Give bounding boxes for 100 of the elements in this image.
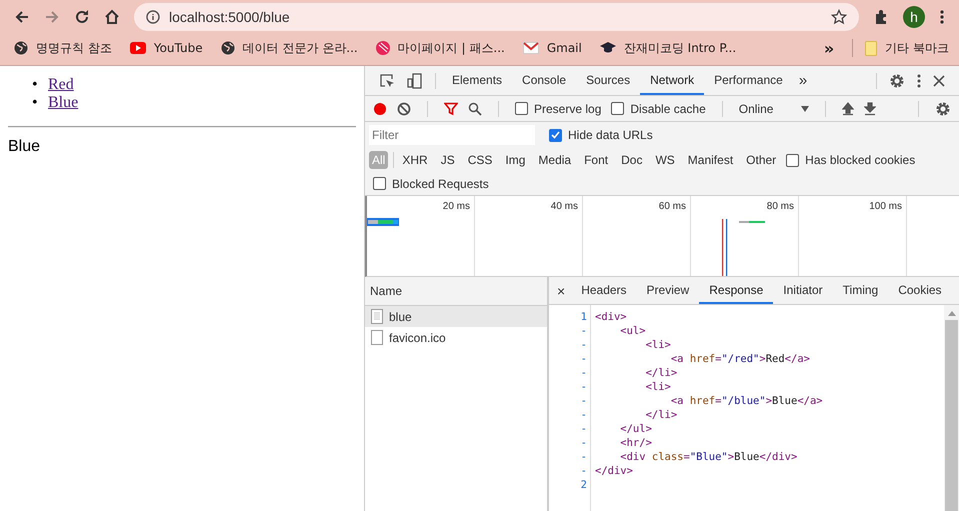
code-line: <ul>	[620, 325, 646, 337]
preserve-log-checkbox[interactable]: Preserve log	[515, 102, 602, 116]
code-line: <a href="/red">Red</a>	[670, 353, 810, 365]
globe-icon	[14, 41, 28, 55]
settings-icon[interactable]	[889, 72, 905, 88]
line-number: -	[580, 464, 587, 478]
menu-icon[interactable]	[939, 9, 945, 25]
checkmark-icon	[551, 131, 560, 139]
line-number: -	[580, 380, 587, 394]
bookmark-item[interactable]: 명명규칙 참조	[14, 40, 112, 56]
devtools-tab[interactable]: Sources	[576, 66, 640, 95]
name-column-header[interactable]: Name	[365, 277, 547, 306]
document-icon	[371, 309, 383, 324]
mail-icon	[522, 42, 539, 54]
type-filter-button[interactable]: CSS	[464, 151, 496, 169]
devtools-tab[interactable]: Console	[512, 66, 576, 95]
code-line: </li>	[646, 409, 678, 421]
detail-tab[interactable]: Response	[699, 277, 774, 304]
bookmark-item[interactable]: Gmail	[522, 41, 582, 55]
blocked-requests-checkbox[interactable]: Blocked Requests	[373, 176, 489, 190]
close-button[interactable]: ×	[557, 282, 572, 298]
filter-input[interactable]: Filter	[369, 125, 535, 145]
device-toolbar-icon[interactable]	[407, 72, 423, 88]
list-bullet: •	[32, 94, 39, 112]
settings-icon[interactable]	[935, 100, 951, 116]
code-line: </ul>	[620, 423, 652, 435]
line-number: -	[580, 394, 587, 408]
bookmark-item[interactable]: YouTube	[130, 41, 203, 55]
dropdown-caret-icon	[800, 106, 809, 112]
type-filter-button[interactable]: Img	[502, 151, 528, 169]
info-icon[interactable]	[146, 10, 160, 24]
back-icon[interactable]	[14, 9, 30, 25]
reload-icon[interactable]	[74, 9, 90, 25]
bookmark-item[interactable]: 마이페이지 | 패스...	[376, 40, 505, 56]
timeline-tick-label: 100 ms	[869, 201, 902, 213]
code-line: <li>	[646, 339, 671, 351]
type-filter-button[interactable]: JS	[438, 151, 458, 169]
code-line: <div class="Blue">Blue</div>	[620, 451, 798, 463]
type-filter-button[interactable]: XHR	[399, 151, 431, 169]
more-options-icon[interactable]	[917, 74, 921, 88]
bookmark-item[interactable]: 데이터 전문가 온라...	[220, 40, 358, 56]
detail-tab[interactable]: Cookies	[888, 277, 952, 304]
bookmark-item[interactable]: 잔재미코딩 Intro P...	[600, 40, 736, 56]
code-line: <li>	[646, 381, 671, 393]
request-row[interactable]: blue	[365, 306, 547, 327]
line-number: -	[580, 436, 587, 450]
home-icon[interactable]	[104, 9, 120, 25]
extensions-icon[interactable]	[873, 9, 889, 25]
globe-icon	[220, 41, 235, 55]
list-bullet: •	[32, 76, 39, 94]
scrollbar[interactable]	[944, 305, 959, 511]
detail-tab[interactable]: Headers	[571, 277, 637, 304]
folder-icon	[865, 40, 878, 56]
code-line: </div>	[595, 465, 633, 477]
line-number: -	[580, 366, 587, 380]
file-icon	[371, 330, 383, 345]
detail-tab[interactable]: Initiator	[773, 277, 833, 304]
code-line: <a href="/blue">Blue</a>	[670, 395, 823, 407]
address-bar[interactable]: localhost:5000/blue	[134, 3, 859, 31]
clear-icon[interactable]	[397, 102, 411, 116]
upload-icon[interactable]	[842, 102, 854, 116]
download-icon[interactable]	[864, 102, 876, 116]
more-bookmarks-button[interactable]: »	[824, 38, 834, 58]
code-line: <div>	[595, 311, 627, 323]
record-icon[interactable]	[373, 102, 387, 116]
type-filter-button[interactable]: Other	[743, 151, 780, 169]
line-number: -	[580, 352, 587, 366]
bookmark-star-icon[interactable]	[831, 9, 847, 25]
filter-icon[interactable]	[444, 102, 458, 116]
line-number: 2	[580, 478, 587, 492]
detail-tab[interactable]: Preview	[636, 277, 700, 304]
scroll-up-arrow-icon[interactable]	[948, 311, 956, 316]
line-number: -	[580, 338, 587, 352]
page-link[interactable]: Red	[48, 76, 74, 93]
type-filter-button[interactable]: Font	[581, 151, 612, 169]
play-icon	[130, 42, 146, 54]
timeline-tick-label: 80 ms	[766, 201, 794, 213]
devtools-tab[interactable]: Performance	[704, 66, 793, 95]
page-text: Blue	[8, 138, 42, 156]
line-number: -	[580, 408, 587, 422]
type-filter-button[interactable]: Manifest	[684, 151, 736, 169]
bookmark-folder[interactable]: 기타 북마크	[865, 40, 949, 56]
hide-data-urls-checkbox[interactable]: Hide data URLs	[549, 128, 653, 142]
close-icon[interactable]	[933, 74, 945, 86]
inspect-icon[interactable]	[379, 72, 395, 88]
detail-tab[interactable]: Timing	[832, 277, 888, 304]
page-link[interactable]: Blue	[48, 94, 78, 111]
throttling-dropdown[interactable]: Online	[738, 102, 809, 116]
devtools-tab[interactable]: Network	[640, 66, 704, 95]
type-filter-button[interactable]: WS	[652, 151, 678, 169]
request-row[interactable]: favicon.ico	[365, 327, 547, 348]
more-tabs-button[interactable]: »	[792, 72, 814, 89]
profile-avatar[interactable]: h	[903, 6, 925, 28]
search-icon[interactable]	[468, 102, 482, 116]
type-filter-button[interactable]: Media	[535, 151, 574, 169]
has-blocked-cookies-checkbox[interactable]: Has blocked cookies	[786, 153, 916, 167]
type-filter-button[interactable]: Doc	[618, 151, 646, 169]
circle-logo-icon	[376, 41, 390, 55]
disable-cache-checkbox[interactable]: Disable cache	[611, 102, 706, 116]
devtools-tab[interactable]: Elements	[442, 66, 512, 95]
